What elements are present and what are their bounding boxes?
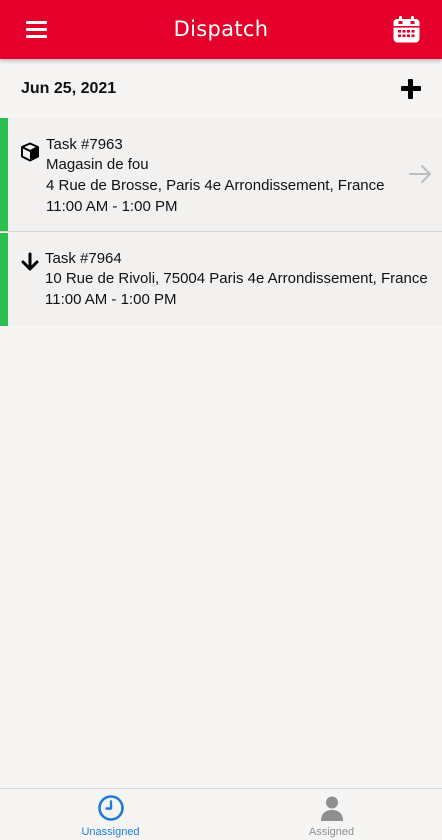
task-address: 4 Rue de Brosse, Paris 4e Arrondissement… [46, 177, 385, 194]
tab-label: Unassigned [81, 826, 140, 838]
task-time: 11:00 AM - 1:00 PM [46, 198, 178, 215]
date-row: Jun 25, 2021 [0, 59, 442, 117]
clock-icon [98, 795, 124, 821]
task-status-bar [0, 118, 8, 231]
task-item[interactable]: Task #7964 10 Rue de Rivoli, 75004 Paris… [0, 233, 442, 326]
task-address: 10 Rue de Rivoli, 75004 Paris 4e Arrondi… [45, 270, 428, 287]
task-title: Task #7963 [46, 136, 123, 153]
arrow-right-icon[interactable] [408, 164, 434, 184]
package-icon [21, 142, 39, 162]
tab-label: Assigned [308, 826, 355, 838]
task-name: Magasin de fou [46, 156, 149, 173]
task-item[interactable]: Task #7963 Magasin de fou 4 Rue de Bross… [0, 118, 442, 232]
page-title: Dispatch [173, 17, 269, 41]
tab-assigned[interactable]: Assigned [221, 789, 442, 840]
calendar-icon[interactable] [392, 15, 421, 44]
person-icon [321, 796, 343, 821]
arrow-down-icon [21, 252, 39, 271]
task-time: 11:00 AM - 1:00 PM [45, 291, 177, 308]
task-status-bar [0, 233, 8, 326]
bottom-tab-bar: Unassigned Assigned [0, 788, 442, 840]
task-title: Task #7964 [45, 250, 122, 267]
tab-unassigned[interactable]: Unassigned [0, 789, 221, 840]
date-label: Jun 25, 2021 [21, 80, 117, 97]
plus-icon[interactable] [399, 77, 423, 101]
app-header: Dispatch [0, 0, 442, 59]
